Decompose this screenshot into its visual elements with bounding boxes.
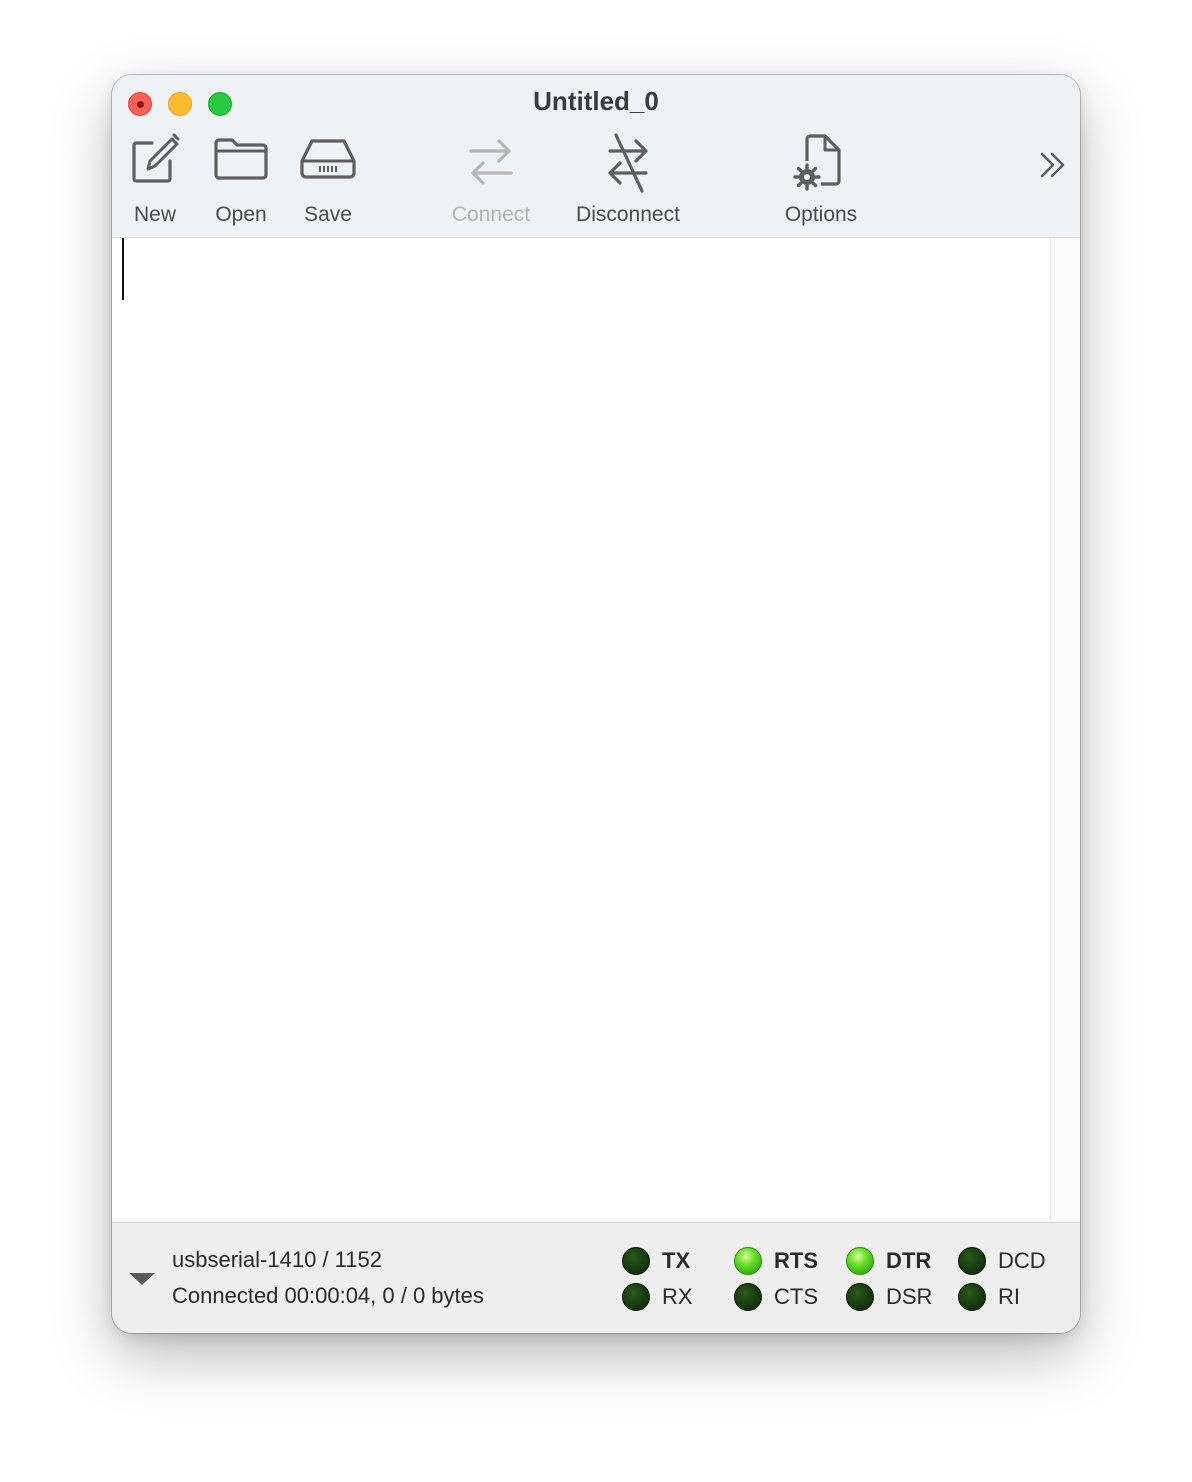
tx-led	[622, 1247, 650, 1275]
tx-label: TX	[662, 1248, 691, 1273]
window-title: Untitled_0	[533, 86, 659, 116]
connect-label: Connect	[451, 203, 531, 226]
text-caret	[122, 238, 124, 300]
compose-icon	[132, 133, 180, 183]
document-gear-icon	[793, 134, 841, 191]
terminal-text-area[interactable]	[112, 238, 1050, 1222]
arrows-swap-icon	[469, 139, 513, 185]
rx-led	[622, 1283, 650, 1311]
new-label: New	[133, 203, 176, 226]
save-label: Save	[304, 203, 352, 226]
connect-button[interactable]: Connect	[442, 133, 540, 233]
disclosure-triangle-icon[interactable]	[129, 1273, 155, 1285]
terminal-window: Untitled_0 New Open Save Connect Disconn…	[112, 75, 1080, 1333]
port-info: usbserial-1410 / 1152	[172, 1247, 382, 1272]
options-label: Options	[784, 203, 858, 226]
chevron-double-right-icon	[1040, 152, 1065, 178]
rts-led[interactable]	[734, 1247, 762, 1275]
open-label: Open	[215, 203, 267, 226]
toolbar-overflow-button[interactable]	[1032, 145, 1072, 185]
folder-icon	[214, 138, 268, 180]
rx-label: RX	[662, 1284, 693, 1309]
dcd-led	[958, 1247, 986, 1275]
ri-led	[958, 1283, 986, 1311]
ri-label: RI	[998, 1284, 1020, 1309]
cts-label: CTS	[774, 1284, 818, 1309]
status-bar: usbserial-1410 / 1152 Connected 00:00:04…	[112, 1222, 1080, 1333]
dsr-label: DSR	[886, 1284, 933, 1309]
drive-icon	[300, 139, 356, 179]
titlebar: Untitled_0 New Open Save Connect Disconn…	[112, 75, 1080, 238]
dtr-led[interactable]	[846, 1247, 874, 1275]
save-button[interactable]: Save	[292, 133, 364, 233]
open-button[interactable]: Open	[205, 133, 277, 233]
cts-led	[734, 1283, 762, 1311]
dsr-led	[846, 1283, 874, 1311]
dcd-label: DCD	[998, 1248, 1046, 1273]
options-button[interactable]: Options	[772, 133, 870, 233]
rts-label: RTS	[774, 1248, 818, 1273]
vertical-scrollbar[interactable]	[1050, 238, 1080, 1222]
connection-info: Connected 00:00:04, 0 / 0 bytes	[172, 1283, 484, 1308]
disconnect-label: Disconnect	[576, 203, 680, 226]
arrows-disconnect-icon	[608, 133, 648, 193]
disconnect-button[interactable]: Disconnect	[564, 133, 692, 233]
dtr-label: DTR	[886, 1248, 932, 1273]
new-button[interactable]: New	[118, 133, 192, 233]
